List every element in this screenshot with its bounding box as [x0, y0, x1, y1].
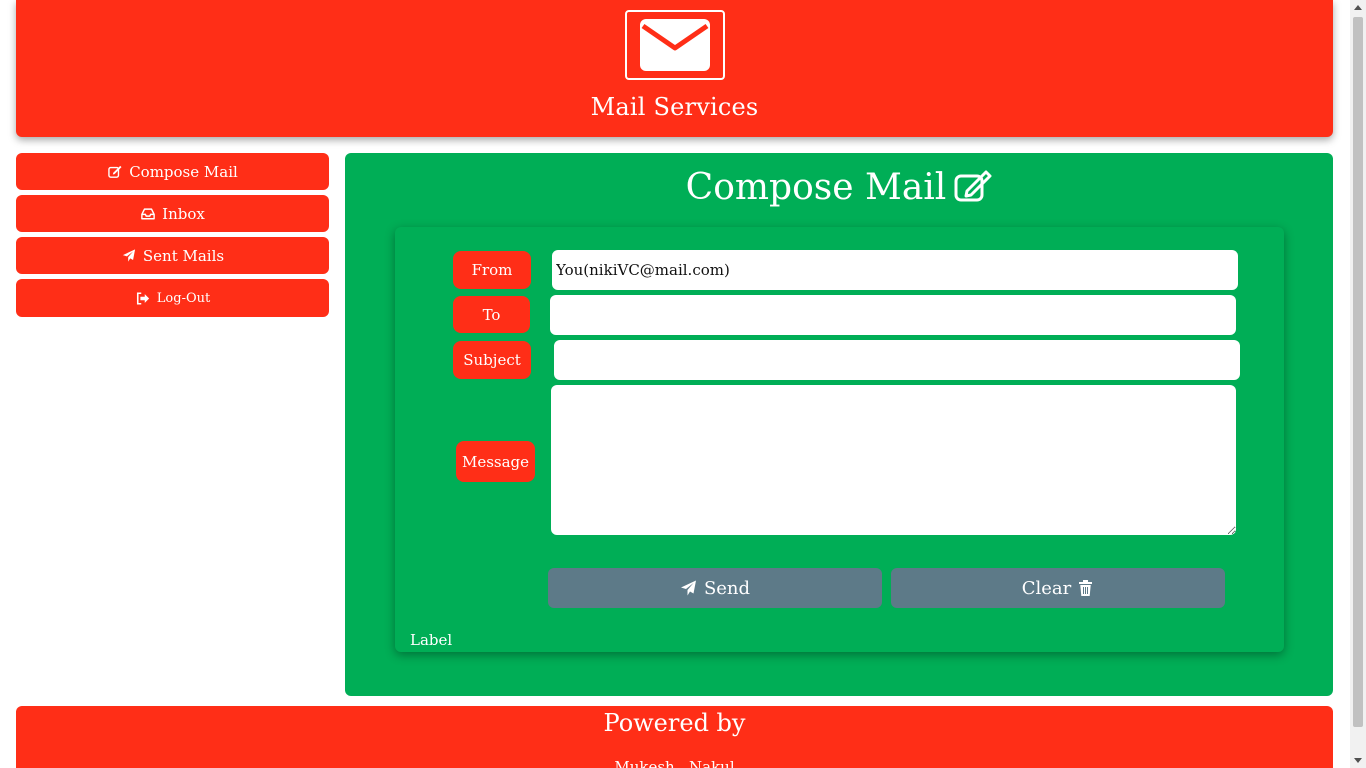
- paper-plane-icon: [121, 249, 137, 263]
- edit-icon: [107, 165, 123, 179]
- to-field[interactable]: [550, 295, 1236, 335]
- status-label: Label: [410, 631, 453, 649]
- send-button[interactable]: Send: [548, 568, 882, 608]
- sidebar-item-label: Compose Mail: [129, 162, 238, 181]
- scrollbar-thumb[interactable]: [1353, 17, 1363, 727]
- header: Mail Services: [16, 0, 1333, 137]
- message-field[interactable]: [551, 385, 1236, 535]
- message-label: Message: [456, 441, 535, 482]
- from-field[interactable]: [552, 250, 1238, 290]
- edit-icon: [954, 170, 992, 201]
- inbox-icon: [140, 207, 156, 221]
- footer: Powered by Mukesh , Nakul: [16, 706, 1333, 768]
- compose-panel: Compose Mail From To Subject Message Sen…: [345, 153, 1333, 696]
- sidebar-item-sent-mails[interactable]: Sent Mails: [16, 237, 329, 274]
- sidebar-item-inbox[interactable]: Inbox: [16, 195, 329, 232]
- page-title: Compose Mail: [345, 167, 1333, 208]
- compose-form: From To Subject Message Send Clear Label: [395, 227, 1284, 652]
- page: Mail Services Compose Mail Inbox Sent Ma…: [0, 0, 1350, 768]
- scroll-up-icon[interactable]: [1354, 5, 1362, 10]
- app-title: Mail Services: [590, 93, 759, 121]
- send-button-label: Send: [703, 577, 751, 599]
- envelope-icon: [640, 19, 710, 71]
- scroll-down-icon[interactable]: [1354, 758, 1362, 763]
- clear-button-label: Clear: [1021, 577, 1072, 599]
- sidebar: Compose Mail Inbox Sent Mails Log-Out: [16, 153, 329, 322]
- footer-credits: Mukesh , Nakul: [614, 758, 735, 768]
- subject-field[interactable]: [554, 340, 1240, 380]
- from-label: From: [453, 251, 531, 289]
- sidebar-item-log-out[interactable]: Log-Out: [16, 279, 329, 317]
- logo: [625, 10, 725, 80]
- sign-out-icon: [135, 291, 151, 305]
- page-scrollbar[interactable]: [1350, 0, 1366, 768]
- subject-label: Subject: [453, 341, 531, 379]
- to-label: To: [453, 296, 530, 333]
- sidebar-item-compose-mail[interactable]: Compose Mail: [16, 153, 329, 190]
- trash-icon: [1079, 580, 1093, 596]
- page-title-text: Compose Mail: [685, 167, 947, 208]
- sidebar-item-label: Sent Mails: [142, 246, 225, 265]
- paper-plane-icon: [680, 580, 696, 596]
- footer-title: Powered by: [603, 709, 746, 737]
- sidebar-item-label: Log-Out: [156, 290, 211, 306]
- sidebar-item-label: Inbox: [162, 204, 205, 223]
- clear-button[interactable]: Clear: [891, 568, 1225, 608]
